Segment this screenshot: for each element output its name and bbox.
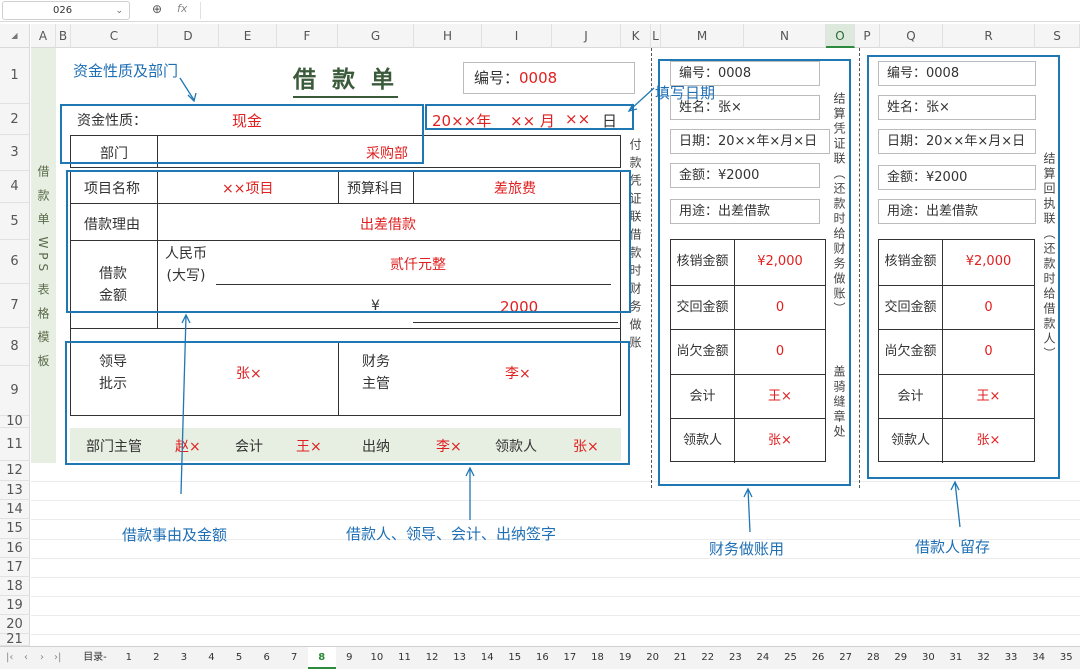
tab-directory[interactable]: 目录- xyxy=(78,647,112,669)
tab-nav-prev-icon[interactable]: ‹ xyxy=(24,647,28,669)
sheet-tab-24[interactable]: 24 xyxy=(749,647,777,669)
note-signatures: 借款人、领导、会计、出纳签字 xyxy=(346,525,557,543)
sheet-tab-33[interactable]: 33 xyxy=(997,647,1025,669)
sheet-tab-23[interactable]: 23 xyxy=(722,647,750,669)
sheet-tab-31[interactable]: 31 xyxy=(942,647,970,669)
sheet-tab-21[interactable]: 21 xyxy=(666,647,694,669)
sheet-tab-19[interactable]: 19 xyxy=(611,647,639,669)
tab-nav-last-icon[interactable]: ›| xyxy=(54,647,61,669)
sheet-tab-1[interactable]: 1 xyxy=(115,647,143,669)
sheet-tab-17[interactable]: 17 xyxy=(556,647,584,669)
sheet-tab-26[interactable]: 26 xyxy=(804,647,832,669)
sheet-tab-4[interactable]: 4 xyxy=(198,647,226,669)
sheet-tab-12[interactable]: 12 xyxy=(418,647,446,669)
sheet-tab-35[interactable]: 35 xyxy=(1052,647,1080,669)
note-fund-dept: 资金性质及部门 xyxy=(73,62,179,80)
sheet-tab-5[interactable]: 5 xyxy=(225,647,253,669)
note-reason-amount: 借款事由及金额 xyxy=(122,526,228,544)
sheet-tab-30[interactable]: 30 xyxy=(915,647,943,669)
sheet-tab-28[interactable]: 28 xyxy=(859,647,887,669)
sheet-tab-15[interactable]: 15 xyxy=(501,647,529,669)
annotation-arrows xyxy=(179,77,961,533)
note-borrower-keep: 借款人留存 xyxy=(915,538,991,556)
sheet-tab-bar: |‹ ‹ › ›| 目录- 1 2 3 4 5 6 7 8 9 10 11 12 13 14 15 16 17 1… xyxy=(0,646,1080,669)
sheet-tab-22[interactable]: 22 xyxy=(694,647,722,669)
sheet-tab-16[interactable]: 16 xyxy=(529,647,557,669)
note-finance-use: 财务做账用 xyxy=(709,540,785,558)
note-fill-date: 填写日期 xyxy=(655,84,716,102)
sheet-tab-7[interactable]: 7 xyxy=(280,647,308,669)
sheet-tab-14[interactable]: 14 xyxy=(473,647,501,669)
sheet-tab-8[interactable]: 8 xyxy=(308,647,336,669)
sheet-tab-29[interactable]: 29 xyxy=(887,647,915,669)
sheet-tab-9[interactable]: 9 xyxy=(336,647,364,669)
sheet-tab-3[interactable]: 3 xyxy=(170,647,198,669)
tab-nav-next-icon[interactable]: › xyxy=(40,647,44,669)
sheet-tab-10[interactable]: 10 xyxy=(363,647,391,669)
sheet-tab-34[interactable]: 34 xyxy=(1025,647,1053,669)
sheet-tab-32[interactable]: 32 xyxy=(970,647,998,669)
sheet-tab-2[interactable]: 2 xyxy=(143,647,171,669)
sheet-tab-13[interactable]: 13 xyxy=(446,647,474,669)
sheet-tab-27[interactable]: 27 xyxy=(832,647,860,669)
sheet-tab-6[interactable]: 6 xyxy=(253,647,281,669)
sheet-tab-11[interactable]: 11 xyxy=(391,647,419,669)
sheet-tab-18[interactable]: 18 xyxy=(584,647,612,669)
sheet-tab-25[interactable]: 25 xyxy=(777,647,805,669)
tab-nav-first-icon[interactable]: |‹ xyxy=(6,647,13,669)
sheet-tab-20[interactable]: 20 xyxy=(639,647,667,669)
